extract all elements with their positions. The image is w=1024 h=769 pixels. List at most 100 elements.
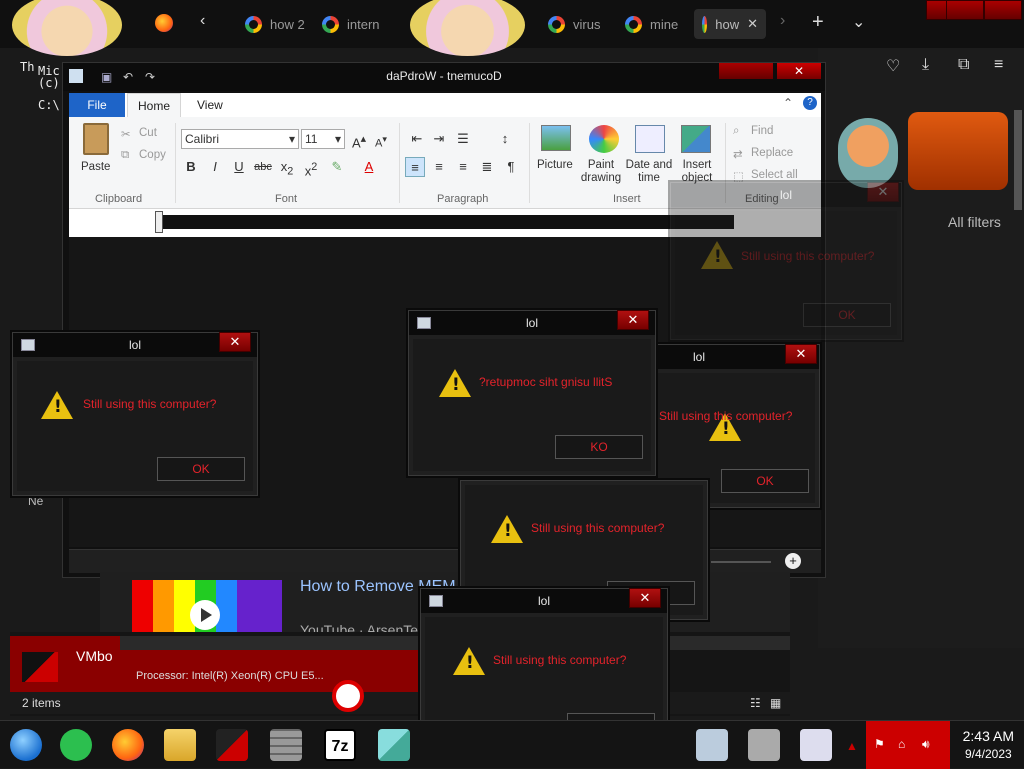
close-button[interactable]: ✕	[219, 332, 251, 352]
tab-view[interactable]: View	[197, 93, 223, 117]
undo-icon[interactable]: ↶	[123, 64, 133, 90]
extensions-icon[interactable]: ⧉	[958, 56, 969, 74]
tab-how-active[interactable]: how ✕	[694, 9, 766, 39]
sevenzip-icon[interactable]: 7z	[324, 729, 356, 761]
volume-icon[interactable]: 🔊︎	[922, 737, 930, 752]
all-filters-link[interactable]: All filters	[948, 214, 1001, 230]
dialog-message: Still using this computer?	[741, 249, 875, 263]
cartoon-banner-image	[818, 112, 1024, 192]
warning-icon	[453, 647, 485, 675]
strikethrough-button[interactable]: abc	[253, 157, 273, 177]
save-icon[interactable]: ▣	[101, 64, 112, 90]
tab-list-chevron-icon[interactable]: ⌄	[852, 12, 865, 32]
subscript-button[interactable]: x2	[277, 157, 297, 178]
paint-drawing-button[interactable]: Paint drawing	[577, 159, 625, 185]
item-count: 2 items	[22, 696, 61, 710]
cut-button[interactable]: Cut	[139, 127, 157, 139]
copy-button[interactable]: Copy	[139, 149, 166, 161]
redo-icon[interactable]: ↷	[145, 64, 155, 90]
minimize-button[interactable]	[719, 63, 755, 79]
paragraph-dialog-icon[interactable]: ¶	[501, 157, 521, 177]
close-button[interactable]: ✕	[777, 63, 821, 79]
details-view-icon[interactable]: ☷	[750, 692, 761, 714]
clock[interactable]: 2:43 AM 9/4/2023	[963, 727, 1014, 763]
maximize-button[interactable]	[753, 63, 773, 79]
firefox-icon[interactable]	[112, 729, 144, 761]
find-button[interactable]: Find	[751, 125, 773, 137]
close-button[interactable]: ✕	[785, 344, 817, 364]
close-button[interactable]	[984, 0, 1022, 20]
start-button[interactable]	[10, 729, 42, 761]
line-spacing-icon[interactable]: ↕	[495, 129, 515, 149]
vm-app-icon[interactable]	[216, 729, 248, 761]
scrollbar[interactable]	[1014, 110, 1022, 210]
menu-icon[interactable]: ≡	[994, 56, 1003, 74]
wordpad-app-icon[interactable]	[800, 729, 832, 761]
tab-intern[interactable]: intern	[322, 9, 380, 39]
show-hidden-icons[interactable]: ▲	[846, 739, 858, 753]
ribbon-tabs: File Home View ⌃ ?	[69, 93, 821, 117]
network-icon[interactable]: ⌂	[898, 737, 905, 751]
action-center-icon[interactable]: ⚑	[874, 737, 885, 751]
collapse-ribbon-icon[interactable]: ⌃	[783, 96, 793, 110]
warning-icon	[439, 369, 471, 397]
play-icon[interactable]	[190, 600, 220, 630]
dialog-message: Still using this computer?	[659, 409, 793, 423]
file-explorer-icon[interactable]	[164, 729, 196, 761]
close-button[interactable]: ✕	[629, 588, 661, 608]
font-size-select[interactable]: 11 ▾	[301, 129, 345, 149]
decrease-indent-icon[interactable]: ⇤	[407, 129, 427, 149]
control-panel-icon[interactable]	[748, 729, 780, 761]
new-tab-icon[interactable]: +	[812, 11, 824, 34]
ok-button[interactable]: OK	[721, 469, 809, 493]
replace-icon: ⇄	[733, 149, 743, 161]
ok-button[interactable]: OK	[157, 457, 245, 481]
ko-button[interactable]: KO	[555, 435, 643, 459]
calculator-icon[interactable]	[696, 729, 728, 761]
replace-button[interactable]: Replace	[751, 147, 793, 159]
indent-marker[interactable]	[155, 211, 163, 233]
superscript-button[interactable]: x2	[301, 157, 321, 178]
increase-indent-icon[interactable]: ⇥	[429, 129, 449, 149]
tab-mine[interactable]: mine	[625, 9, 678, 39]
chevron-right-icon[interactable]: ›	[780, 12, 785, 30]
italic-button[interactable]: I	[205, 157, 225, 177]
grow-font-icon[interactable]: A▴	[349, 129, 369, 150]
highlight-icon[interactable]: ✎	[327, 157, 347, 177]
font-color-icon[interactable]: A	[359, 157, 379, 177]
notes-app-icon[interactable]	[60, 729, 92, 761]
tiles-view-icon[interactable]: ▦	[770, 692, 781, 714]
bullets-icon[interactable]: ☰	[453, 129, 473, 149]
tab-file[interactable]: File	[69, 93, 125, 117]
zoom-in-icon[interactable]: +	[785, 553, 801, 569]
close-button[interactable]: ✕	[867, 182, 899, 202]
font-family-select[interactable]: Calibri ▾	[181, 129, 299, 149]
firefox-tab-icon[interactable]	[155, 14, 173, 32]
chevron-left-icon[interactable]: ‹	[200, 12, 205, 30]
select-all-button[interactable]: Select all	[751, 169, 798, 181]
pocket-icon[interactable]: ♡	[886, 56, 900, 76]
align-left-button[interactable]: ≡	[405, 157, 425, 177]
tab-how2[interactable]: how 2	[245, 9, 305, 39]
justify-button[interactable]: ≣	[477, 157, 497, 177]
paste-icon[interactable]	[83, 123, 109, 155]
close-tab-icon[interactable]: ✕	[747, 16, 758, 32]
help-icon[interactable]: ?	[803, 96, 817, 110]
zoom-slider[interactable]	[711, 561, 771, 563]
picture-button[interactable]: Picture	[537, 159, 573, 172]
ok-button[interactable]: OK	[803, 303, 891, 327]
align-right-button[interactable]: ≡	[453, 157, 473, 177]
bold-button[interactable]: B	[181, 157, 201, 177]
tab-home[interactable]: Home	[127, 93, 181, 117]
download-icon[interactable]: ⤓	[922, 56, 929, 74]
align-center-button[interactable]: ≡	[429, 157, 449, 177]
underline-button[interactable]: U	[229, 157, 249, 177]
close-button[interactable]: ✕	[617, 310, 649, 330]
document-app-icon[interactable]	[378, 729, 410, 761]
shrink-font-icon[interactable]: A▾	[371, 129, 391, 150]
paste-button[interactable]: Paste	[81, 161, 110, 174]
firewall-icon[interactable]	[270, 729, 302, 761]
maximize-button[interactable]	[946, 0, 984, 20]
tab-virus[interactable]: virus	[548, 9, 600, 39]
date-time-button[interactable]: Date and time	[625, 159, 673, 185]
